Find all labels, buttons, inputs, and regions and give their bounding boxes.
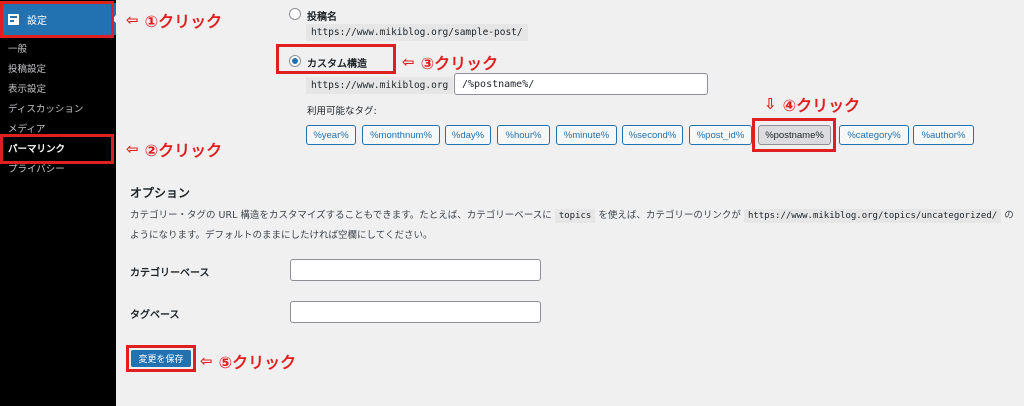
radio-custom-structure[interactable] [289,55,301,67]
tag-postname[interactable]: %postname% [758,125,831,145]
tag-hour[interactable]: %hour% [497,125,550,145]
desc-code-url: https://www.mikiblog.org/topics/uncatego… [743,209,1002,223]
radio-postname[interactable] [289,8,301,20]
permalink-settings-main [116,0,1024,406]
postname-label: 投稿名 [307,12,337,23]
tag-year[interactable]: %year% [306,125,356,145]
tag-day[interactable]: %day% [445,125,491,145]
desc-code-topics: topics [554,209,596,223]
category-base-input[interactable] [290,259,541,281]
tag-base-input[interactable] [290,301,541,323]
tag-monthnum[interactable]: %monthnum% [362,125,440,145]
sidebar-item-discussion[interactable]: ディスカッション [0,100,116,120]
sidebar-item-reading[interactable]: 表示設定 [0,80,116,100]
tag-category[interactable]: %category% [839,125,909,145]
tag-post-id[interactable]: %post_id% [689,125,752,145]
options-title: オプション [130,186,191,200]
highlight-permalinks [0,134,114,164]
custom-structure-label: カスタム構造 [307,59,367,70]
sidebar-item-general[interactable]: 一般 [0,40,116,60]
available-tags-label: 利用可能なタグ: [307,106,377,117]
highlight-settings [0,1,114,38]
admin-sidebar: 設定 一般 投稿設定 表示設定 ディスカッション メディア パーマリンク プライ… [0,0,117,406]
tag-second[interactable]: %second% [622,125,683,145]
custom-structure-base: https://www.mikiblog.org [306,77,454,94]
custom-structure-input[interactable]: /%postname%/ [454,73,708,95]
postname-example: https://www.mikiblog.org/sample-post/ [306,24,528,41]
options-description: カテゴリー・タグの URL 構造をカスタマイズすることもできます。たとえば、カテ… [130,209,1014,241]
category-base-label: カテゴリーベース [130,268,210,279]
tag-base-label: タグベース [130,310,180,321]
tag-author[interactable]: %author% [913,125,974,145]
save-changes-button[interactable]: 変更を保存 [131,350,191,367]
sidebar-item-writing[interactable]: 投稿設定 [0,60,116,80]
tag-minute[interactable]: %minute% [556,125,617,145]
